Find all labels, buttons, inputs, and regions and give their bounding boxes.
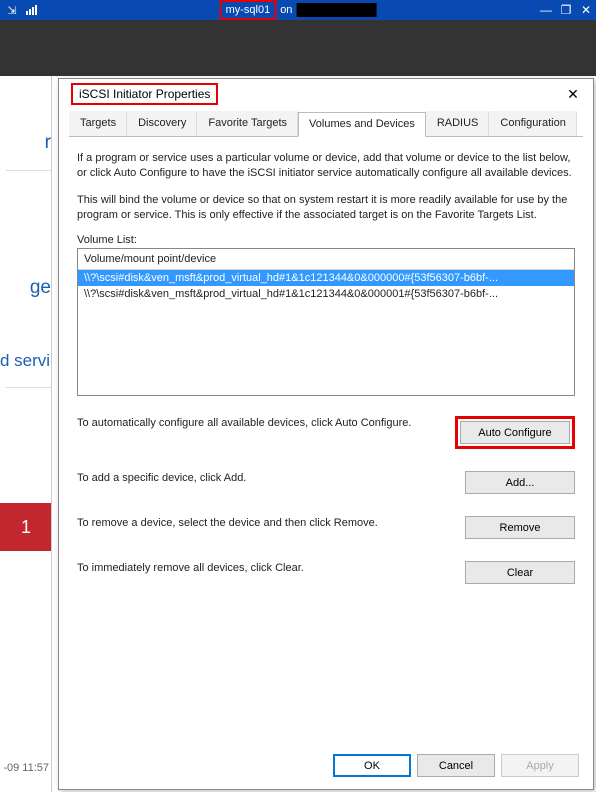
tab-volumes-devices[interactable]: Volumes and Devices <box>298 112 426 137</box>
bg-text-fragment: ge <box>0 271 51 305</box>
signal-icon <box>26 3 40 18</box>
tab-targets[interactable]: Targets <box>69 111 127 136</box>
intro-text-1: If a program or service uses a particula… <box>77 151 575 181</box>
remote-session-titlebar: ⇲ my-sql01 on — ❐ ✕ <box>0 0 596 20</box>
restore-icon[interactable]: ❐ <box>560 3 572 17</box>
tab-configuration[interactable]: Configuration <box>489 111 576 136</box>
background-left-panel: r ge d service 1 -09 11:57 <box>0 76 52 792</box>
volume-listview[interactable]: Volume/mount point/device \\?\scsi#disk&… <box>77 248 575 396</box>
pin-icon[interactable]: ⇲ <box>6 4 18 17</box>
clear-button[interactable]: Clear <box>465 561 575 584</box>
volume-list-label: Volume List: <box>77 234 575 246</box>
clear-devices-text: To immediately remove all devices, click… <box>77 561 453 576</box>
server-manager-banner <box>0 20 596 76</box>
dialog-footer: OK Cancel Apply <box>59 746 593 789</box>
minimize-icon[interactable]: — <box>540 3 552 17</box>
bg-text-fragment: r <box>0 126 51 160</box>
remote-hostname: my-sql01 <box>220 0 277 20</box>
add-device-text: To add a specific device, click Add. <box>77 471 453 486</box>
bg-timestamp: -09 11:57 <box>3 762 49 774</box>
volume-list-header[interactable]: Volume/mount point/device <box>78 249 574 270</box>
bg-text-fragment: d service <box>0 345 51 377</box>
iscsi-initiator-dialog: iSCSI Initiator Properties ✕ Targets Dis… <box>58 78 594 790</box>
volume-list-item[interactable]: \\?\scsi#disk&ven_msft&prod_virtual_hd#1… <box>78 270 574 286</box>
volume-list-item[interactable]: \\?\scsi#disk&ven_msft&prod_virtual_hd#1… <box>78 286 574 302</box>
auto-configure-highlight: Auto Configure <box>455 416 575 449</box>
redacted-hostpart <box>296 3 376 17</box>
auto-configure-text: To automatically configure all available… <box>77 416 443 431</box>
close-icon[interactable]: ✕ <box>580 3 592 17</box>
volumes-devices-panel: If a program or service uses a particula… <box>59 137 593 746</box>
close-icon[interactable]: ✕ <box>563 86 583 103</box>
remove-device-text: To remove a device, select the device an… <box>77 516 453 531</box>
tab-discovery[interactable]: Discovery <box>127 111 197 136</box>
remote-window-controls: — ❐ ✕ <box>540 3 592 17</box>
intro-text-2: This will bind the volume or device so t… <box>77 193 575 223</box>
tab-radius[interactable]: RADIUS <box>426 111 490 136</box>
alert-count-badge[interactable]: 1 <box>0 503 52 551</box>
remote-on-label: on <box>280 4 292 16</box>
ok-button[interactable]: OK <box>333 754 411 777</box>
dialog-title: iSCSI Initiator Properties <box>71 83 218 105</box>
tab-favorite-targets[interactable]: Favorite Targets <box>197 111 298 136</box>
dialog-titlebar: iSCSI Initiator Properties ✕ <box>59 79 593 109</box>
apply-button[interactable]: Apply <box>501 754 579 777</box>
cancel-button[interactable]: Cancel <box>417 754 495 777</box>
tab-strip: Targets Discovery Favorite Targets Volum… <box>69 111 583 137</box>
auto-configure-button[interactable]: Auto Configure <box>460 421 570 444</box>
add-button[interactable]: Add... <box>465 471 575 494</box>
remove-button[interactable]: Remove <box>465 516 575 539</box>
